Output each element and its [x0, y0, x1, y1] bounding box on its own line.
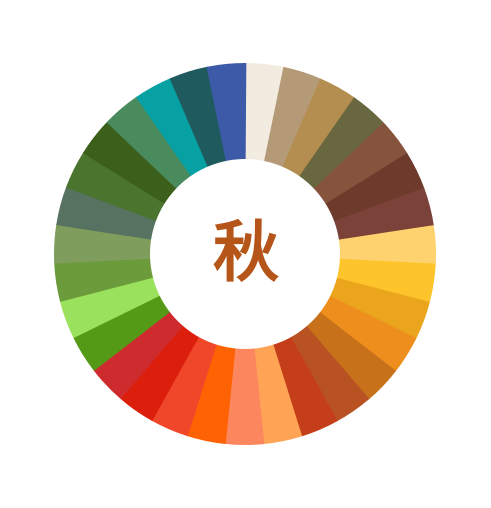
- center-title: 秋: [213, 214, 279, 291]
